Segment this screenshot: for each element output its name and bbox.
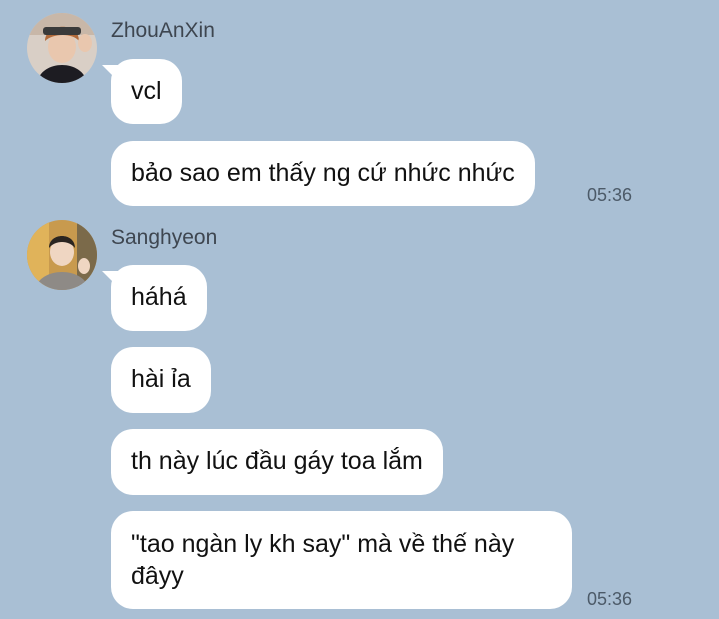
message-bubble[interactable]: "tao ngàn ly kh say" mà về thế này đâyy [111, 511, 572, 609]
message-timestamp: 05:36 [587, 185, 633, 205]
message-text: đâyy [131, 562, 184, 590]
message-text: vcl [131, 77, 162, 105]
message-text: bảo sao em thấy ng cứ nhức nhức [131, 159, 515, 187]
message-timestamp: 05:36 [587, 589, 633, 609]
message-bubble[interactable]: th này lúc đầu gáy toa lắm [111, 429, 443, 495]
message-text: háhá [131, 283, 187, 311]
message-bubble[interactable]: háhá [102, 265, 207, 331]
avatar-sanghyeon[interactable] [27, 220, 97, 290]
sender-name: ZhouAnXin [111, 19, 215, 42]
message-text: "tao ngàn ly kh say" mà về thế này [131, 530, 515, 558]
message-text: hài ỉa [131, 365, 191, 393]
avatar-zhouanxin[interactable] [27, 13, 97, 83]
message-text: th này lúc đầu gáy toa lắm [131, 447, 423, 475]
message-bubble[interactable]: hài ỉa [111, 347, 211, 413]
message-bubble[interactable]: vcl [102, 59, 182, 124]
message-bubble[interactable]: bảo sao em thấy ng cứ nhức nhức [111, 141, 535, 206]
sender-name: Sanghyeon [111, 226, 218, 249]
